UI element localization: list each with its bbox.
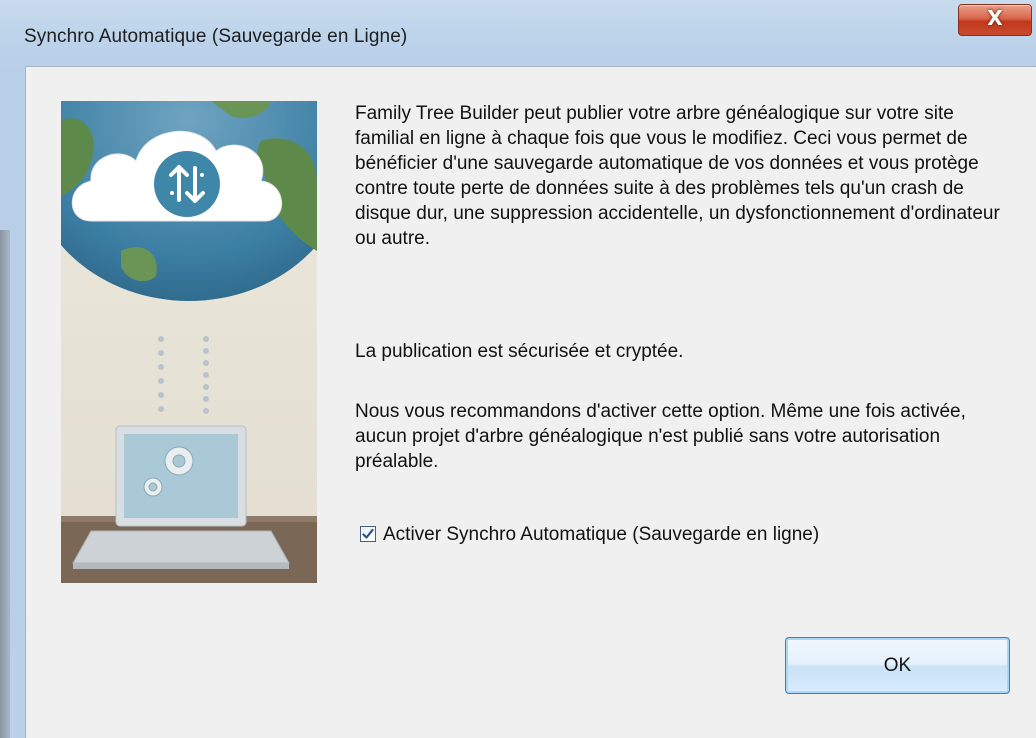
description-paragraph: Family Tree Builder peut publier votre a…	[355, 103, 1000, 249]
security-note: La publication est sécurisée et cryptée.	[355, 341, 684, 362]
checkmark-icon	[362, 528, 374, 539]
sync-illustration	[61, 101, 317, 583]
window-title: Synchro Automatique (Sauvegarde en Ligne…	[24, 26, 408, 47]
auto-sync-label[interactable]: Activer Synchro Automatique (Sauvegarde …	[383, 524, 819, 546]
window-edge	[0, 230, 10, 738]
ok-button[interactable]: OK	[785, 637, 1010, 694]
auto-sync-checkbox[interactable]	[360, 526, 376, 542]
close-icon: X	[987, 6, 1003, 30]
close-button[interactable]: X	[958, 4, 1032, 36]
title-bar[interactable]: Synchro Automatique (Sauvegarde en Ligne…	[10, 0, 1036, 66]
dialog-body: Family Tree Builder peut publier votre a…	[25, 66, 1036, 738]
recommendation-paragraph: Nous vous recommandons d'activer cette o…	[355, 401, 966, 472]
dialog-window: Synchro Automatique (Sauvegarde en Ligne…	[0, 0, 1036, 738]
